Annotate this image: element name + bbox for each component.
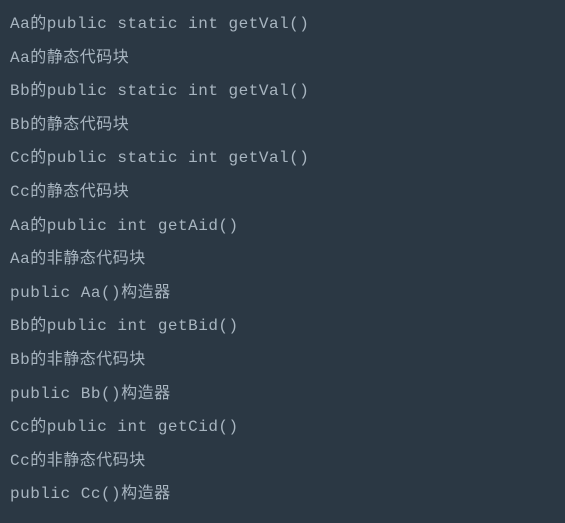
output-line: Bb的public int getBid() [10,310,555,344]
output-line: public Cc()构造器 [10,478,555,512]
output-line: public Bb()构造器 [10,378,555,412]
output-line: Cc的public static int getVal() [10,142,555,176]
output-line: Aa的静态代码块 [10,42,555,76]
output-line: Cc的非静态代码块 [10,445,555,479]
output-line: Aa的public static int getVal() [10,8,555,42]
output-line: Cc的静态代码块 [10,176,555,210]
output-line: Bb的静态代码块 [10,109,555,143]
output-line: Cc的public int getCid() [10,411,555,445]
console-output: Aa的public static int getVal() Aa的静态代码块 B… [10,8,555,512]
output-line: Aa的public int getAid() [10,210,555,244]
output-line: public Aa()构造器 [10,277,555,311]
output-line: Bb的非静态代码块 [10,344,555,378]
output-line: Aa的非静态代码块 [10,243,555,277]
output-line: Bb的public static int getVal() [10,75,555,109]
